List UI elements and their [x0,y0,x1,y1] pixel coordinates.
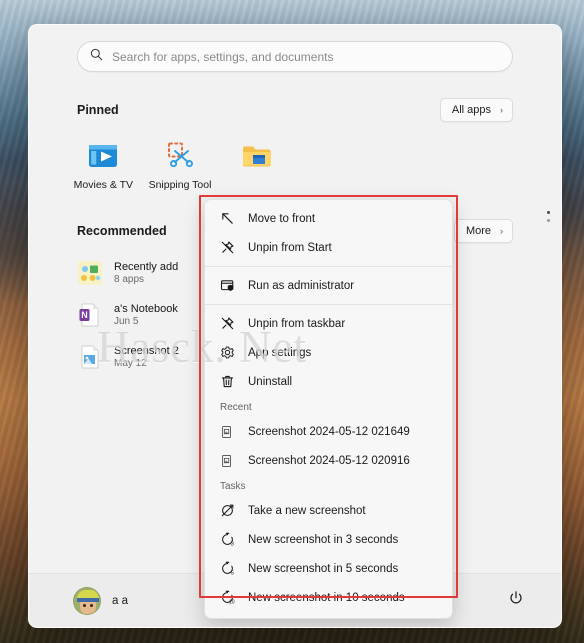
pinned-app-slot-4[interactable] [295,134,372,197]
menu-separator [205,304,452,305]
page-dot-1[interactable] [547,211,550,214]
search-box[interactable] [77,41,513,72]
context-menu: Move to front Unpin from Start Run as ad… [204,199,453,619]
menu-item-label: Uninstall [248,375,293,388]
file-explorer-icon [241,140,273,172]
movies-tv-icon [87,140,119,172]
pinned-title: Pinned [77,103,119,117]
pinned-app-label: Snipping Tool [148,179,212,191]
all-apps-label: All apps [451,104,491,116]
timer-3-icon: 3 [219,532,235,548]
recommended-item-name: Recently add [114,261,179,273]
recommended-item-text: Screenshot 2 May 12 [114,345,179,369]
menu-item-screenshot-3s[interactable]: 3 New screenshot in 3 seconds [205,525,452,554]
unpin-icon [219,240,235,256]
recommended-item-text: a's Notebook Jun 5 [114,303,178,327]
menu-group-tasks: Tasks [220,481,246,492]
recommended-item-sub: May 12 [114,358,147,369]
power-button[interactable] [501,586,531,616]
start-menu-body: Pinned All apps › Movies & TV [29,25,561,619]
pinned-app-slot-6[interactable] [448,134,525,197]
recommended-item-name: a's Notebook [114,303,178,315]
menu-item-label: New screenshot in 5 seconds [248,562,399,575]
user-name: a a [112,594,128,607]
shield-window-icon [219,278,235,294]
menu-item-label: Screenshot 2024-05-12 021649 [248,425,410,438]
menu-item-screenshot-5s[interactable]: 5 New screenshot in 5 seconds [205,554,452,583]
menu-item-label: New screenshot in 3 seconds [248,533,399,546]
search-icon [90,48,112,66]
menu-item-app-settings[interactable]: App settings [205,338,452,367]
more-label: More [465,225,491,237]
recommended-item-sub: 8 apps [114,274,145,285]
onenote-icon: N [77,302,103,328]
menu-item-recent-file[interactable]: Screenshot 2024-05-12 020916 [205,446,452,475]
menu-item-label: Take a new screenshot [248,504,366,517]
avatar [73,586,101,615]
all-apps-button[interactable]: All apps › [439,98,513,122]
more-button[interactable]: More › [453,219,513,243]
menu-item-screenshot-10s[interactable]: 10 New screenshot in 10 seconds [205,583,452,612]
menu-group-recent: Recent [220,402,252,413]
svg-text:N: N [81,310,88,320]
pinned-app-movies-tv[interactable]: Movies & TV [65,134,142,197]
image-file-icon [219,424,235,440]
image-file-icon [77,344,103,370]
timer-5-icon: 5 [219,561,235,577]
pinned-header-row: Pinned All apps › [29,98,561,122]
recommended-title: Recommended [77,224,167,238]
recommended-item-sub: Jun 5 [114,316,139,327]
pinned-app-label: Movies & TV [73,179,133,191]
menu-item-label: Move to front [248,212,316,225]
menu-item-uninstall[interactable]: Uninstall [205,367,452,396]
svg-text:5: 5 [230,571,233,577]
recently-added-icon [77,260,103,286]
pinned-app-snipping-tool[interactable]: Snipping Tool [142,134,219,197]
pinned-app-file-explorer[interactable] [218,134,295,197]
menu-item-label: Unpin from Start [248,241,332,254]
menu-item-move-to-front[interactable]: Move to front [205,204,452,233]
snip-new-icon [219,503,235,519]
arrow-up-left-icon [219,211,235,227]
app-icon [394,140,426,172]
search-area [29,25,561,72]
menu-item-label: Run as administrator [248,279,355,292]
menu-separator [205,266,452,267]
app-icon [317,140,349,172]
pinned-page-indicator[interactable] [547,211,550,222]
start-menu-panel: Pinned All apps › Movies & TV [28,24,562,628]
page-dot-2[interactable] [547,219,550,222]
menu-item-recent-file[interactable]: Screenshot 2024-05-12 021649 [205,417,452,446]
recommended-item-name: Screenshot 2 [114,345,179,357]
search-input[interactable] [112,49,500,64]
image-file-icon [219,453,235,469]
trash-icon [219,374,235,390]
timer-10-icon: 10 [219,590,235,606]
menu-item-unpin-from-start[interactable]: Unpin from Start [205,233,452,262]
app-icon [471,140,503,172]
menu-item-label: New screenshot in 10 seconds [248,591,405,604]
menu-item-run-as-administrator[interactable]: Run as administrator [205,271,452,300]
menu-item-label: App settings [248,346,312,359]
unpin-icon [219,316,235,332]
pinned-apps-grid: Movies & TV Snipping Tool [29,122,561,197]
menu-item-label: Screenshot 2024-05-12 020916 [248,454,410,467]
svg-text:10: 10 [229,600,235,605]
menu-item-take-new-screenshot[interactable]: Take a new screenshot [205,496,452,525]
menu-item-unpin-from-taskbar[interactable]: Unpin from taskbar [205,309,452,338]
gear-icon [219,345,235,361]
chevron-right-icon: › [500,226,503,236]
user-account-button[interactable]: a a [73,586,128,615]
chevron-right-icon: › [500,105,503,115]
power-icon [508,590,524,611]
svg-text:3: 3 [230,542,233,548]
menu-item-label: Unpin from taskbar [248,317,346,330]
pinned-app-slot-5[interactable] [372,134,449,197]
snipping-tool-icon [164,140,196,172]
recommended-item-text: Recently add 8 apps [114,261,178,285]
